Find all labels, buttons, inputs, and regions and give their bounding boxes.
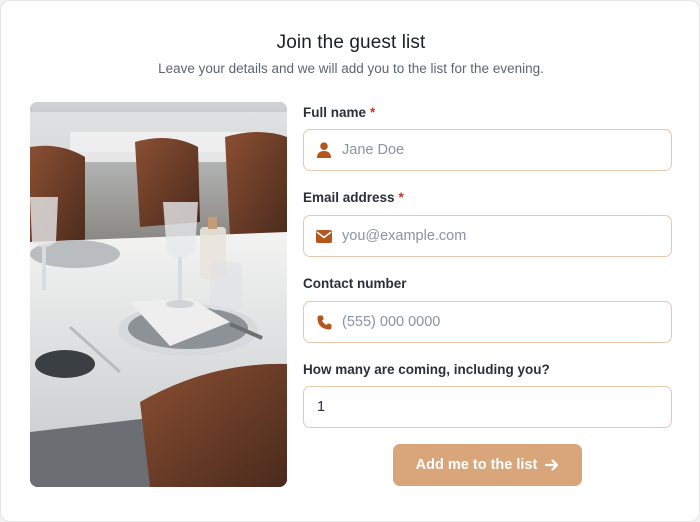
user-icon: [316, 142, 332, 158]
name-label: Full name *: [303, 105, 376, 120]
email-placeholder: you@example.com: [342, 228, 467, 244]
phone-icon: [316, 314, 332, 330]
submit-label: Add me to the list: [415, 457, 538, 473]
name-placeholder: Jane Doe: [342, 142, 405, 158]
envelope-icon: [316, 228, 332, 244]
email-label: Email address *: [303, 190, 404, 205]
page-subtitle: Leave your details and we will add you t…: [158, 61, 544, 76]
phone-placeholder: (555) 000 0000: [342, 314, 441, 330]
name-input[interactable]: Jane Doe: [303, 129, 672, 171]
guests-label: How many are coming, including you?: [303, 362, 550, 377]
required-mark: *: [370, 105, 376, 120]
phone-label: Contact number: [303, 276, 407, 291]
guests-count-input[interactable]: 1: [303, 386, 672, 428]
required-mark: *: [398, 190, 404, 205]
page-title: Join the guest list: [276, 32, 426, 53]
add-to-list-button[interactable]: Add me to the list: [393, 444, 582, 486]
arrow-right-icon: [545, 459, 559, 471]
guests-count-value: 1: [317, 399, 326, 415]
restaurant-table-photo: [30, 102, 287, 487]
email-input[interactable]: you@example.com: [303, 215, 672, 257]
phone-input[interactable]: (555) 000 0000: [303, 301, 672, 343]
guest-list-card: Join the guest list Leave your details a…: [0, 0, 700, 522]
